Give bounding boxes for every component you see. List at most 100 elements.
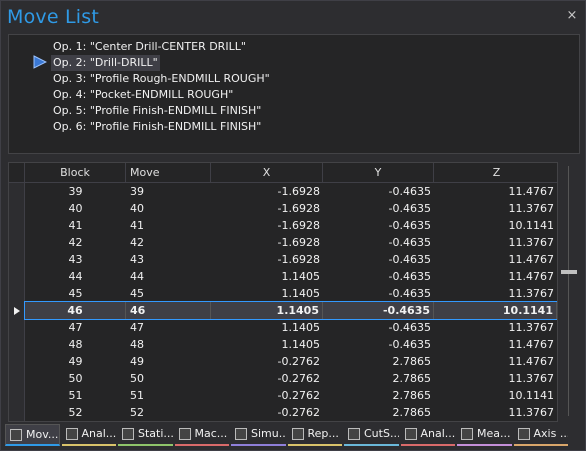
table-row[interactable]: 51 51 -0.2762 2.7865 10.1141 [25,387,557,404]
row-selector-column [9,183,25,421]
tab-axis[interactable]: Axis ... [513,424,568,446]
cell-z: 11.3767 [508,202,555,215]
table-row[interactable]: 39 39 -1.6928 -0.4635 11.4767 [25,183,557,200]
cell-y: -0.4635 [388,321,431,334]
operation-item[interactable]: Op. 4: "Pocket-ENDMILL ROUGH" [51,87,235,103]
cell-move: 49 [130,355,144,368]
tab-measure[interactable]: Mea... [457,424,512,446]
tab-statistics[interactable]: Stati... [118,424,173,446]
operation-item[interactable]: Op. 3: "Profile Rough-ENDMILL ROUGH" [51,71,272,87]
current-operation-arrow-icon [33,55,47,69]
cell-z: 11.3767 [508,236,555,249]
cell-move: 40 [130,202,144,215]
cell-move: 47 [130,321,144,334]
table-row[interactable]: 45 45 1.1405 -0.4635 11.3767 [25,285,557,302]
row-selector-header [9,163,25,183]
cell-z: 11.4767 [508,355,555,368]
cell-z: 11.4767 [508,253,555,266]
scrollbar-track [568,166,569,416]
cell-z: 11.4767 [508,338,555,351]
window-title: Move List [7,6,100,28]
cell-block: 52 [68,406,83,419]
table-row[interactable]: 41 41 -1.6928 -0.4635 10.1141 [25,217,557,234]
header-z[interactable]: Z [434,163,557,183]
cell-block: 50 [68,372,83,385]
moves-table: Block Move X Y Z 39 39 -1.6928 -0.4635 11.47… [8,162,558,422]
cell-x: 1.1405 [281,338,321,351]
table-header: Block Move X Y Z [9,163,557,183]
table-row[interactable]: 49 49 -0.2762 2.7865 11.4767 [25,353,557,370]
tab-label: Mac... [194,427,228,440]
cell-block: 42 [68,236,83,249]
cell-x: -1.6928 [277,219,320,232]
vertical-scrollbar[interactable] [558,162,580,422]
close-icon[interactable]: × [565,9,579,23]
cell-z: 11.3767 [508,406,555,419]
tab-simulation[interactable]: Simu... [231,424,286,446]
analysis-icon [65,428,78,440]
cell-y: -0.4635 [388,236,431,249]
cell-move: 46 [126,302,211,319]
tab-label: Mea... [477,427,511,440]
cell-block: 41 [68,219,83,232]
tab-cut-stock[interactable]: CutS... [344,424,399,446]
cell-move: 39 [130,185,144,198]
cell-y: 2.7865 [392,372,432,385]
machine-icon [178,428,191,440]
tab-report[interactable]: Rep... [287,424,342,446]
cell-move: 45 [130,287,144,300]
table-row[interactable]: 44 44 1.1405 -0.4635 11.4767 [25,268,557,285]
cell-move: 43 [130,253,144,266]
cell-move: 51 [130,389,144,402]
scrollbar-thumb[interactable] [561,270,577,274]
tab-label: Simu... [251,427,286,440]
cell-y: 2.7865 [392,389,432,402]
table-row[interactable]: 52 52 -0.2762 2.7865 11.3767 [25,404,557,421]
operation-item[interactable]: Op. 5: "Profile Finish-ENDMILL FINISH" [51,103,263,119]
cell-x: -0.2762 [277,372,320,385]
header-y[interactable]: Y [323,163,434,183]
cell-y: 2.7865 [392,406,432,419]
cut-stock-icon [348,428,360,440]
tab-label: Rep... [307,427,339,440]
cell-z: 11.4767 [508,270,555,283]
operation-item[interactable]: Op. 2: "Drill-DRILL" [51,55,160,71]
table-row[interactable]: 48 48 1.1405 -0.4635 11.4767 [25,336,557,353]
tab-analysis[interactable]: Anal... [61,424,117,446]
tab-analysis[interactable]: Anal... [400,424,456,446]
table-row[interactable]: 50 50 -0.2762 2.7865 11.3767 [25,370,557,387]
operation-item[interactable]: Op. 6: "Profile Finish-ENDMILL FINISH" [51,119,263,135]
cell-z: 10.1141 [434,302,557,319]
cell-z: 11.4767 [508,185,555,198]
cell-y: -0.4635 [388,270,431,283]
header-move[interactable]: Move [126,163,211,183]
cell-x: 1.1405 [211,302,323,319]
cell-y: -0.4635 [323,302,434,319]
cell-move: 52 [130,406,144,419]
tab-label: Anal... [420,427,456,440]
table-row-current[interactable]: 46 46 1.1405 -0.4635 10.1141 [24,301,557,320]
statistics-icon [122,428,134,440]
cell-block: 39 [68,185,83,198]
tab-label: Mov... [26,428,59,441]
table-row[interactable]: 40 40 -1.6928 -0.4635 11.3767 [25,200,557,217]
cell-x: -0.2762 [277,389,320,402]
move-list-window: Move List × Op. 1: "Center Drill-CENTER … [0,0,586,451]
table-row[interactable]: 43 43 -1.6928 -0.4635 11.4767 [25,251,557,268]
tab-machine[interactable]: Mac... [174,424,229,446]
cell-block: 47 [68,321,83,334]
cell-block: 45 [68,287,83,300]
header-x[interactable]: X [211,163,323,183]
operation-item[interactable]: Op. 1: "Center Drill-CENTER DRILL" [51,39,248,55]
cell-y: -0.4635 [388,253,431,266]
cell-x: -1.6928 [277,236,320,249]
table-row[interactable]: 47 47 1.1405 -0.4635 11.3767 [25,319,557,336]
cell-z: 11.3767 [508,321,555,334]
cell-x: 1.1405 [281,287,321,300]
tab-label: Anal... [81,427,117,440]
cell-block: 51 [68,389,83,402]
header-block[interactable]: Block [25,163,126,183]
table-row[interactable]: 42 42 -1.6928 -0.4635 11.3767 [25,234,557,251]
tab-label: CutS... [364,427,399,440]
tab-move-list[interactable]: Mov... [5,424,60,446]
